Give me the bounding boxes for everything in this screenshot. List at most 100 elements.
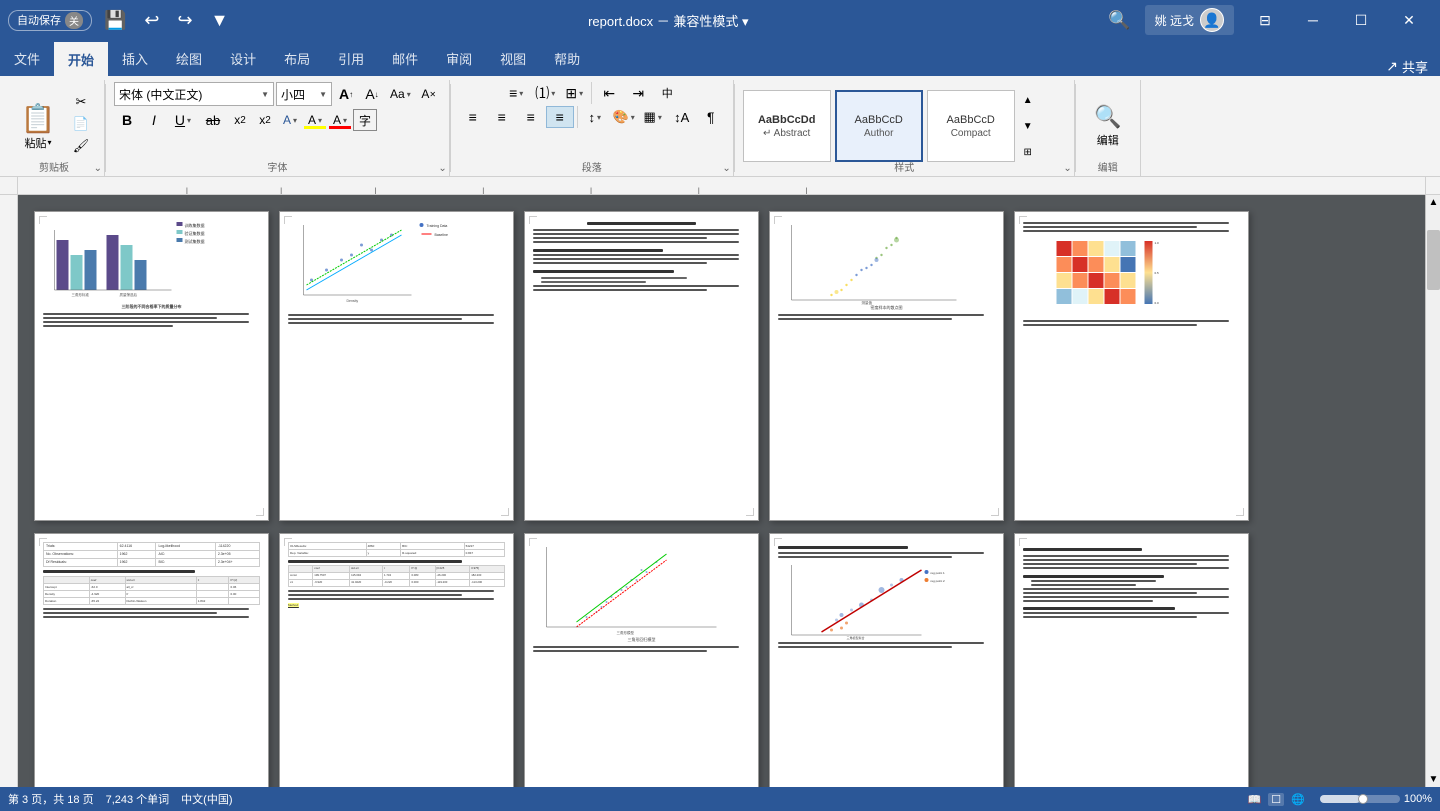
restore-button[interactable]: ☐ — [1338, 5, 1384, 35]
document-page-8[interactable]: 三角形模型 三角形回归模型 — [524, 533, 759, 787]
mode-dropdown[interactable]: ▾ — [742, 14, 749, 29]
underline-button[interactable]: U ▾ — [168, 109, 198, 131]
tab-home[interactable]: 开始 — [54, 40, 108, 76]
page-1-content: 训练集数据 验证集数据 测试集数据 — [35, 212, 268, 337]
document-page-2[interactable]: Training Data Baseline — [279, 211, 514, 521]
redo-button[interactable]: ↪ — [172, 8, 199, 33]
font-size-selector[interactable]: 小四 ▼ — [276, 82, 332, 106]
bullets-button[interactable]: ≡▾ — [502, 82, 530, 104]
language: 中文(中国) — [181, 791, 232, 807]
font-family-selector[interactable]: 宋体 (中文正文) ▼ — [114, 82, 274, 106]
print-layout-button[interactable]: ☐ — [1268, 793, 1284, 806]
format-painter-button[interactable]: 🖌 — [66, 136, 96, 156]
subscript-button[interactable]: x2 — [228, 109, 252, 131]
borders-button[interactable]: ▦▾ — [639, 106, 667, 128]
document-page-5[interactable]: 1.0 0.5 0.0 — [1014, 211, 1249, 521]
document-page-6[interactable]: Trials: 62.4116 Log-likelihood -114220 N… — [34, 533, 269, 787]
tab-mailings[interactable]: 邮件 — [378, 40, 432, 76]
tab-insert[interactable]: 插入 — [108, 40, 162, 76]
align-center-button[interactable]: ≡ — [488, 106, 516, 128]
style-compact[interactable]: AaBbCcD Compact — [927, 90, 1015, 162]
tab-help[interactable]: 帮助 — [540, 40, 594, 76]
minimize-button[interactable]: ─ — [1290, 5, 1336, 35]
highlight-button[interactable]: A ▾ — [303, 109, 327, 131]
page-2-corner-br — [501, 508, 509, 516]
superscript-button[interactable]: x2 — [253, 109, 277, 131]
line-spacing-button[interactable]: ↕▾ — [581, 106, 609, 128]
search-button[interactable]: 🔍 — [1102, 8, 1136, 33]
increase-indent-button[interactable]: ⇥ — [624, 82, 652, 104]
document-page-9[interactable]: reg point 1 reg point 2 三角模型拟合 — [769, 533, 1004, 787]
numbered-button[interactable]: ⑴▾ — [531, 82, 559, 104]
style-abstract[interactable]: AaBbCcDd ↵ Abstract — [743, 90, 831, 162]
tab-draw[interactable]: 绘图 — [162, 40, 216, 76]
scroll-up-arrow[interactable]: ▲ — [1426, 195, 1440, 210]
bold-button[interactable]: B — [114, 109, 140, 131]
italic-button[interactable]: I — [141, 109, 167, 131]
reading-view-button[interactable]: 📖 — [1245, 793, 1265, 806]
page-1-chart: 训练集数据 验证集数据 测试集数据 — [43, 220, 260, 300]
zoom-slider[interactable] — [1320, 795, 1400, 803]
justify-button[interactable]: ≡ — [546, 106, 574, 128]
document-page-1[interactable]: 训练集数据 验证集数据 测试集数据 — [34, 211, 269, 521]
text-effects-button[interactable]: A▾ — [278, 109, 302, 131]
scroll-thumb[interactable] — [1427, 230, 1440, 290]
document-area[interactable]: 训练集数据 验证集数据 测试集数据 — [18, 195, 1425, 787]
close-button[interactable]: ✕ — [1386, 5, 1432, 35]
ribbon-collapse-button[interactable]: ⊟ — [1242, 5, 1288, 35]
customize-qat-button[interactable]: ▼ — [205, 8, 235, 33]
border-button[interactable]: 字 — [353, 109, 377, 131]
styles-scroll-up[interactable]: ▲ — [1019, 90, 1037, 110]
paste-button[interactable]: 📋 粘贴 ▾ — [12, 92, 64, 160]
tab-file[interactable]: 文件 — [0, 40, 54, 76]
document-page-7[interactable]: OLSResults: 4860 BIC: 54227 Dep. Variabl… — [279, 533, 514, 787]
font-grow-button[interactable]: A↑ — [334, 83, 358, 105]
multilevel-button[interactable]: ⊞▾ — [560, 82, 588, 104]
tab-layout[interactable]: 布局 — [270, 40, 324, 76]
font-expand[interactable]: ⌄ — [438, 163, 446, 174]
styles-scroll-down[interactable]: ▼ — [1019, 116, 1037, 136]
align-left-button[interactable]: ≡ — [459, 106, 487, 128]
paragraph-expand[interactable]: ⌄ — [722, 163, 730, 174]
document-page-4[interactable]: 测量值 密度样本的散点图 — [769, 211, 1004, 521]
search-find-button[interactable]: 🔍 编辑 — [1084, 96, 1132, 156]
scroll-track[interactable] — [1426, 210, 1440, 772]
tab-references[interactable]: 引用 — [324, 40, 378, 76]
zoom-handle[interactable] — [1358, 794, 1368, 804]
document-page-10[interactable] — [1014, 533, 1249, 787]
undo-button[interactable]: ↩ — [138, 8, 165, 33]
scatter3-chart: 三角形模型 — [533, 542, 750, 637]
share-button[interactable]: ↗ 共享 — [1374, 57, 1440, 76]
shading-button[interactable]: 🎨▾ — [610, 106, 638, 128]
clear-format-button[interactable]: A✕ — [417, 83, 441, 105]
document-page-3[interactable] — [524, 211, 759, 521]
font-color-button[interactable]: A ▾ — [328, 109, 352, 131]
tab-view[interactable]: 视图 — [486, 40, 540, 76]
cut-button[interactable]: ✂ — [66, 92, 96, 112]
change-case-button[interactable]: Aa▾ — [386, 83, 415, 105]
save-button[interactable]: 💾 — [98, 8, 132, 33]
autosave-badge[interactable]: 自动保存 关 — [8, 10, 92, 31]
decrease-indent-button[interactable]: ⇤ — [595, 82, 623, 104]
clipboard-expand[interactable]: ⌄ — [94, 163, 102, 174]
autosave-toggle[interactable]: 关 — [65, 12, 83, 29]
ruler-mark: | — [805, 186, 807, 196]
show-formatting-button[interactable]: ¶ — [697, 106, 725, 128]
scrollbar-vertical[interactable]: ▲ ▼ — [1425, 195, 1440, 787]
align-right-button[interactable]: ≡ — [517, 106, 545, 128]
page-10-content — [1015, 534, 1248, 630]
styles-expand-btn[interactable]: ⌄ — [1063, 163, 1071, 174]
style-abstract-preview: AaBbCcDd — [758, 114, 815, 126]
style-author[interactable]: AaBbCcD Author — [835, 90, 923, 162]
tab-design[interactable]: 设计 — [216, 40, 270, 76]
web-layout-button[interactable]: 🌐 — [1288, 793, 1308, 806]
tab-review[interactable]: 审阅 — [432, 40, 486, 76]
user-area[interactable]: 姚 远戈 👤 — [1145, 5, 1234, 35]
font-shrink-button[interactable]: A↓ — [360, 83, 384, 105]
chinese-format-button[interactable]: 中 — [653, 82, 681, 104]
page-7-content: OLSResults: 4860 BIC: 54227 Dep. Variabl… — [280, 534, 513, 615]
copy-button[interactable]: 📄 — [66, 114, 96, 134]
strikethrough-button[interactable]: ab — [199, 109, 227, 131]
scroll-down-arrow[interactable]: ▼ — [1426, 772, 1440, 787]
sort-button[interactable]: ↕A — [668, 106, 696, 128]
